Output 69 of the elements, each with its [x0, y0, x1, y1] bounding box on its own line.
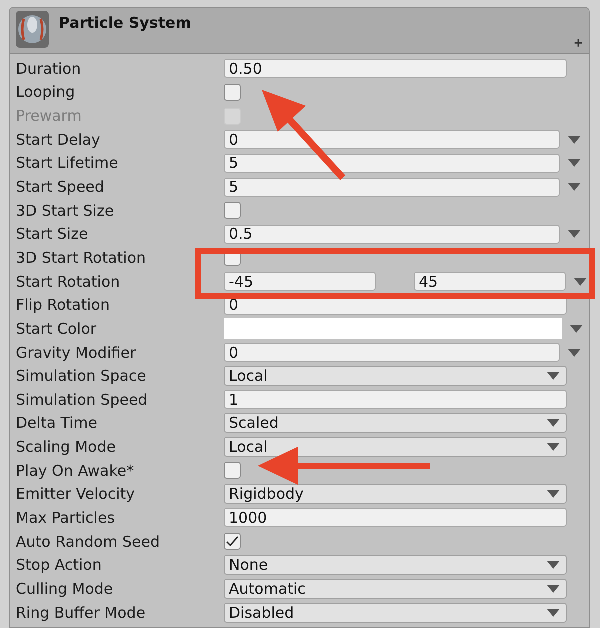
add-button[interactable]: + [574, 36, 583, 51]
component-title: Particle System [59, 14, 192, 32]
dropdown[interactable]: None [224, 555, 567, 576]
number-field[interactable]: 0.50 [224, 59, 567, 78]
property-label: Culling Mode [16, 580, 114, 598]
number-field[interactable]: 0.5 [224, 224, 560, 244]
property-label: Simulation Speed [16, 390, 149, 409]
property-label: Gravity Modifier [16, 344, 138, 362]
color-swatch[interactable] [224, 318, 562, 340]
mode-caret-button[interactable] [566, 230, 582, 238]
dropdown[interactable]: Local [224, 366, 567, 386]
caret-icon [568, 159, 580, 168]
number-field[interactable]: 0 [224, 343, 560, 362]
checkbox[interactable] [224, 202, 241, 220]
number-field[interactable]: 1000 [224, 508, 567, 528]
property-label: Start Lifetime [16, 154, 120, 172]
dropdown[interactable]: Disabled [224, 602, 567, 623]
property-label: Start Size [16, 225, 90, 244]
caret-icon [547, 490, 560, 498]
property-label: Delta Time [16, 414, 98, 432]
caret-icon [547, 419, 560, 428]
caret-icon [547, 608, 560, 617]
property-label: Simulation Space [16, 367, 148, 386]
caret-icon [568, 183, 580, 192]
dropdown[interactable]: Scaled [224, 413, 567, 434]
property-label: 3D Start Size [16, 202, 116, 220]
caret-icon [574, 278, 586, 286]
property-label: Start Speed [16, 178, 106, 196]
number-field[interactable]: 1 [224, 390, 567, 410]
mode-caret-button[interactable] [566, 159, 582, 168]
caret-icon [547, 372, 560, 380]
dropdown[interactable]: Local [224, 437, 567, 458]
mode-caret-button[interactable] [568, 324, 584, 333]
number-field[interactable]: 5 [224, 154, 560, 173]
number-field[interactable]: 5 [224, 178, 560, 197]
dropdown[interactable]: Automatic [224, 578, 567, 599]
caret-icon [547, 443, 560, 452]
mode-caret-button[interactable] [566, 136, 582, 144]
checkbox[interactable] [224, 84, 241, 101]
property-label: Start Delay [16, 130, 102, 149]
property-label: Prewarm [16, 107, 83, 126]
checkbox[interactable] [224, 533, 241, 550]
caret-icon [568, 230, 580, 238]
property-label: Play On Awake* [16, 462, 136, 480]
property-label: Flip Rotation [16, 296, 111, 314]
property-label: Auto Random Seed [16, 532, 161, 551]
mode-caret-button[interactable] [572, 278, 588, 286]
dropdown[interactable]: Rigidbody [224, 484, 567, 504]
max-field[interactable]: 45 [414, 272, 566, 292]
mode-caret-button[interactable] [566, 183, 582, 192]
mode-caret-button[interactable] [566, 348, 582, 356]
property-label: Start Rotation [16, 272, 122, 291]
property-label: Scaling Mode [16, 438, 117, 456]
caret-icon [568, 348, 580, 356]
property-label: Emitter Velocity [16, 485, 136, 504]
checkbox[interactable] [224, 462, 241, 480]
property-label: Start Color [16, 320, 98, 338]
caret-icon [568, 136, 580, 144]
caret-icon [547, 561, 560, 570]
property-label: Looping [16, 83, 76, 102]
number-field[interactable]: 0 [224, 130, 560, 150]
property-label: 3D Start Rotation [16, 248, 148, 267]
caret-icon [570, 324, 582, 333]
property-label: Duration [16, 60, 82, 78]
caret-icon [547, 584, 560, 593]
property-label: Max Particles [16, 508, 116, 527]
property-label: Stop Action [16, 556, 103, 574]
property-label: Ring Buffer Mode [16, 604, 147, 622]
min-field[interactable]: -45 [224, 272, 376, 292]
